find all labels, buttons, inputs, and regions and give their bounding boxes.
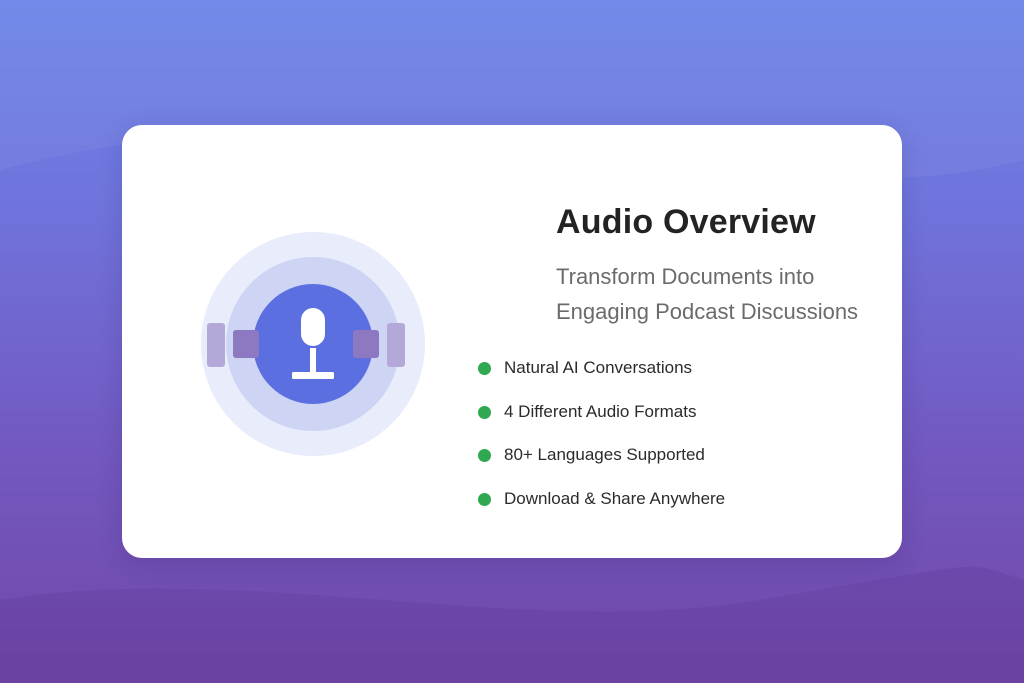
- feature-label: 4 Different Audio Formats: [504, 401, 697, 421]
- feature-label: Natural AI Conversations: [504, 358, 693, 377]
- green-dot-icon: [478, 492, 491, 506]
- feature-item: Download & Share Anywhere: [478, 486, 725, 530]
- audio-overview-card: Audio Overview Transform Documents into …: [122, 125, 902, 558]
- feature-item: Natural AI Conversations: [478, 355, 725, 399]
- feature-label: 80+ Languages Supported: [504, 445, 705, 464]
- green-dot-icon: [478, 405, 491, 419]
- green-dot-icon: [478, 449, 491, 462]
- card-subtitle: Transform Documents into Engaging Podcas…: [556, 264, 859, 324]
- feature-item: 80+ Languages Supported: [478, 442, 725, 486]
- card-title: Audio Overview: [556, 203, 816, 241]
- microphone-illustration: [198, 229, 428, 459]
- microphone-icon: [292, 308, 334, 379]
- sound-wave-left-inner: [233, 330, 259, 358]
- sound-wave-right-outer: [387, 323, 405, 367]
- green-dot-icon: [478, 362, 491, 375]
- feature-list: Natural AI Conversations 4 Different Aud…: [478, 355, 725, 529]
- feature-label: Download & Share Anywhere: [504, 488, 726, 508]
- sound-wave-left-outer: [207, 323, 225, 367]
- feature-item: 4 Different Audio Formats: [478, 399, 725, 443]
- sound-wave-right-inner: [353, 330, 379, 358]
